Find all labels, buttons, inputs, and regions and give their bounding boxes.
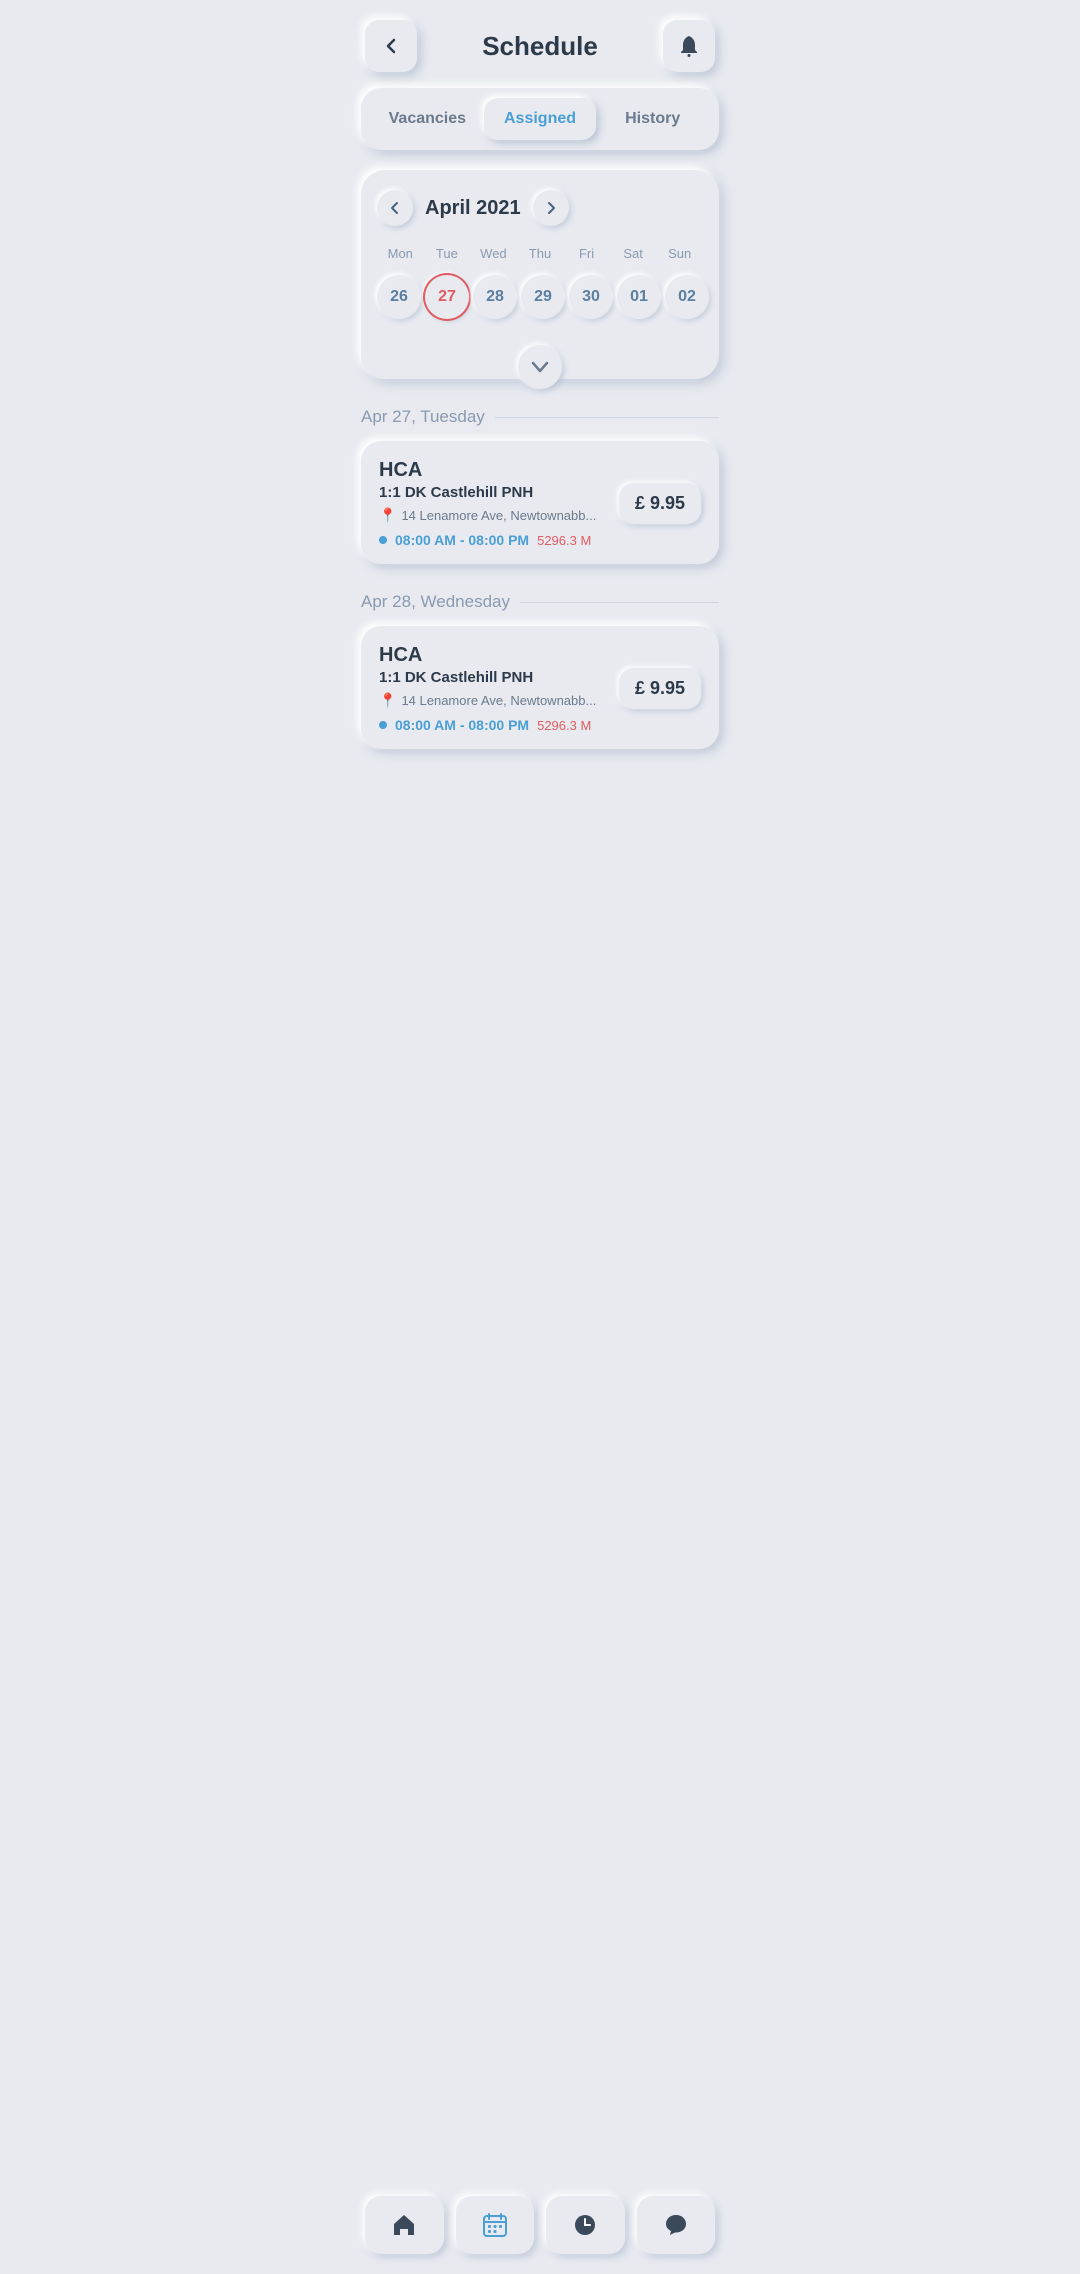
appt-title-2: HCA (379, 644, 607, 667)
calendar-expand (377, 345, 703, 389)
appt-title-1: HCA (379, 459, 607, 482)
weekdays-row: Mon Tue Wed Thu Fri Sat Sun (377, 242, 703, 265)
day-01[interactable]: 01 (617, 275, 661, 319)
appt-distance-1: 5296.3 M (537, 533, 591, 548)
weekday-thu: Thu (517, 242, 564, 265)
calendar: April 2021 Mon Tue Wed Thu Fri Sat Sun 2… (361, 170, 719, 379)
day-29[interactable]: 29 (521, 275, 565, 319)
appt-subtitle-1: 1:1 DK Castlehill PNH (379, 484, 607, 501)
day-30[interactable]: 30 (569, 275, 613, 319)
nav-chat-button[interactable] (637, 2196, 716, 2254)
weekday-sat: Sat (610, 242, 657, 265)
calendar-month-title: April 2021 (425, 197, 521, 220)
schedule-section-2: Apr 28, Wednesday HCA 1:1 DK Castlehill … (361, 592, 719, 749)
date-label-row-2: Apr 28, Wednesday (361, 592, 719, 612)
day-27-today[interactable]: 27 (425, 275, 469, 319)
appt-location-1: 📍 14 Lenamore Ave, Newtownabb... (379, 507, 607, 524)
location-icon-2: 📍 (379, 692, 396, 709)
appointment-info-1: HCA 1:1 DK Castlehill PNH 📍 14 Lenamore … (379, 459, 607, 548)
bottom-nav (345, 2184, 735, 2274)
days-grid: 26 27 28 29 30 01 02 (377, 275, 703, 319)
date-label-2: Apr 28, Wednesday (361, 592, 510, 612)
day-26[interactable]: 26 (377, 275, 421, 319)
appt-time-row-2: 08:00 AM - 08:00 PM 5296.3 M (379, 717, 607, 733)
weekday-mon: Mon (377, 242, 424, 265)
weekday-fri: Fri (563, 242, 610, 265)
price-badge-1: £ 9.95 (619, 483, 701, 524)
calendar-header: April 2021 (377, 190, 703, 226)
appointment-card-2[interactable]: HCA 1:1 DK Castlehill PNH 📍 14 Lenamore … (361, 626, 719, 749)
appt-time-2: 08:00 AM - 08:00 PM (395, 717, 529, 733)
appointment-info-2: HCA 1:1 DK Castlehill PNH 📍 14 Lenamore … (379, 644, 607, 733)
appt-time-1: 08:00 AM - 08:00 PM (395, 532, 529, 548)
time-dot-2 (379, 721, 387, 729)
location-icon-1: 📍 (379, 507, 396, 524)
weekday-tue: Tue (424, 242, 471, 265)
time-dot-1 (379, 536, 387, 544)
header: Schedule (345, 0, 735, 88)
tab-history[interactable]: History (596, 98, 709, 140)
prev-month-button[interactable] (377, 190, 413, 226)
appt-address-1: 14 Lenamore Ave, Newtownabb... (401, 508, 596, 523)
date-divider-1 (495, 417, 719, 418)
appt-location-2: 📍 14 Lenamore Ave, Newtownabb... (379, 692, 607, 709)
tab-assigned[interactable]: Assigned (484, 98, 597, 140)
tab-vacancies[interactable]: Vacancies (371, 98, 484, 140)
weekday-wed: Wed (470, 242, 517, 265)
date-divider-2 (520, 602, 719, 603)
date-label-row-1: Apr 27, Tuesday (361, 407, 719, 427)
weekday-sun: Sun (656, 242, 703, 265)
notification-button[interactable] (663, 20, 715, 72)
price-badge-2: £ 9.95 (619, 668, 701, 709)
expand-calendar-button[interactable] (518, 345, 562, 389)
day-02[interactable]: 02 (665, 275, 709, 319)
next-month-button[interactable] (533, 190, 569, 226)
day-28[interactable]: 28 (473, 275, 517, 319)
appt-distance-2: 5296.3 M (537, 718, 591, 733)
date-label-1: Apr 27, Tuesday (361, 407, 485, 427)
tabs-container: Vacancies Assigned History (361, 88, 719, 150)
appointment-card-1[interactable]: HCA 1:1 DK Castlehill PNH 📍 14 Lenamore … (361, 441, 719, 564)
schedule-section-1: Apr 27, Tuesday HCA 1:1 DK Castlehill PN… (361, 407, 719, 564)
appt-address-2: 14 Lenamore Ave, Newtownabb... (401, 693, 596, 708)
back-button[interactable] (365, 20, 417, 72)
nav-clock-button[interactable] (546, 2196, 625, 2254)
nav-calendar-button[interactable] (456, 2196, 535, 2254)
appt-time-row-1: 08:00 AM - 08:00 PM 5296.3 M (379, 532, 607, 548)
nav-home-button[interactable] (365, 2196, 444, 2254)
page-title: Schedule (482, 31, 598, 62)
appt-subtitle-2: 1:1 DK Castlehill PNH (379, 669, 607, 686)
